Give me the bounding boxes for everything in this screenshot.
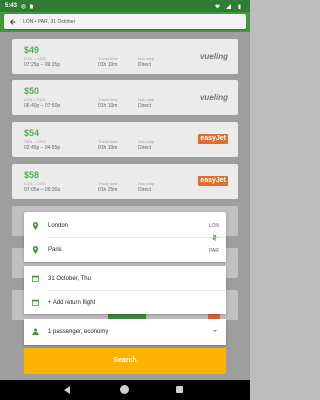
travel-time: 01h 10m	[98, 62, 118, 68]
settings-icon	[21, 3, 26, 9]
toolbar: LON • PAR, 31 October	[0, 12, 250, 32]
nav-recents-icon[interactable]	[176, 386, 183, 393]
flight-times: 07:05a – 09:30a	[24, 187, 61, 193]
nav-home-icon[interactable]	[120, 385, 129, 394]
travel-time-label: Travel time	[98, 56, 118, 61]
origin-code: LON	[208, 223, 219, 229]
flight-times: 02:45p – 04:55p	[24, 145, 61, 151]
nav-back-icon[interactable]	[64, 386, 70, 394]
passengers-field[interactable]: 1 passenger, economy	[48, 329, 108, 335]
flight-price: $49	[24, 45, 40, 55]
chevron-down-icon	[213, 330, 217, 332]
flight-codes: LON – ODG	[24, 56, 46, 61]
stops-label: Non-stop	[138, 56, 155, 61]
flight-price: $58	[24, 170, 40, 180]
travel-time-label: Travel time	[98, 139, 118, 144]
flight-price: $50	[24, 86, 40, 96]
passengers-panel[interactable]: 1 passenger, economy	[24, 319, 226, 345]
airline-logo: vueling	[199, 52, 228, 61]
battery-icon	[238, 4, 241, 9]
location-pin-icon	[32, 222, 39, 230]
flight-card[interactable]: $49 LON – ODG 07:25p – 09:35p Travel tim…	[12, 39, 238, 74]
destination-code: PAR	[209, 248, 219, 254]
travel-time: 01h 25m	[98, 187, 118, 193]
person-icon	[32, 328, 39, 335]
route-summary: LON • PAR, 31 October	[23, 18, 76, 25]
sim-card-icon	[30, 4, 34, 8]
search-button[interactable]: Search	[24, 348, 226, 374]
stops: Direct	[138, 103, 152, 109]
flight-codes: LON – ODG	[24, 181, 46, 186]
origin-field[interactable]: London	[48, 223, 68, 229]
stops: Direct	[138, 145, 152, 151]
airline-logo: easyJet	[198, 134, 228, 144]
status-time: 5:43	[5, 3, 18, 9]
dates-panel: 31 October, Thu + Add return flight	[24, 266, 226, 314]
flight-card[interactable]: $58 LON – ODG 07:05a – 09:30a Travel tim…	[12, 164, 238, 199]
add-return-flight-button[interactable]: + Add return flight	[48, 300, 95, 306]
stops: Direct	[138, 187, 152, 193]
calendar-icon	[32, 275, 39, 282]
flight-codes: LON – ODG	[24, 97, 46, 102]
places-panel: London LON Paris PAR	[24, 212, 226, 262]
travel-time-label: Travel time	[98, 181, 118, 186]
airline-logo: easyJet	[198, 176, 228, 186]
travel-time-label: Travel time	[98, 97, 118, 102]
flight-times: 07:25p – 09:35p	[24, 62, 61, 68]
navigation-bar	[0, 380, 250, 400]
route-search-box[interactable]: LON • PAR, 31 October	[4, 14, 246, 29]
flight-times: 06:40p – 07:50p	[24, 103, 61, 109]
divider	[48, 237, 226, 238]
flight-codes: SEN – ODG	[24, 139, 46, 144]
back-arrow-icon[interactable]	[9, 18, 17, 26]
calendar-icon	[32, 299, 39, 306]
swap-icon[interactable]	[212, 234, 217, 241]
travel-time: 01h 10m	[98, 103, 118, 109]
location-pin-icon	[32, 246, 39, 254]
stops-label: Non-stop	[138, 181, 155, 186]
divider	[48, 290, 226, 291]
travel-time: 01h 10m	[98, 145, 118, 151]
status-bar: 5:43	[0, 0, 250, 12]
flight-card[interactable]: $50 LON – ODG 06:40p – 07:50p Travel tim…	[12, 80, 238, 115]
wifi-icon	[215, 3, 220, 9]
departure-date-field[interactable]: 31 October, Thu	[48, 276, 91, 282]
destination-field[interactable]: Paris	[48, 247, 62, 253]
signal-icon	[226, 3, 231, 9]
stops: Direct	[138, 62, 152, 68]
stops-label: Non-stop	[138, 97, 155, 102]
flight-price: $54	[24, 128, 40, 138]
airline-logo: vueling	[199, 93, 228, 102]
stops-label: Non-stop	[138, 139, 155, 144]
flight-card[interactable]: $54 SEN – ODG 02:45p – 04:55p Travel tim…	[12, 122, 238, 157]
